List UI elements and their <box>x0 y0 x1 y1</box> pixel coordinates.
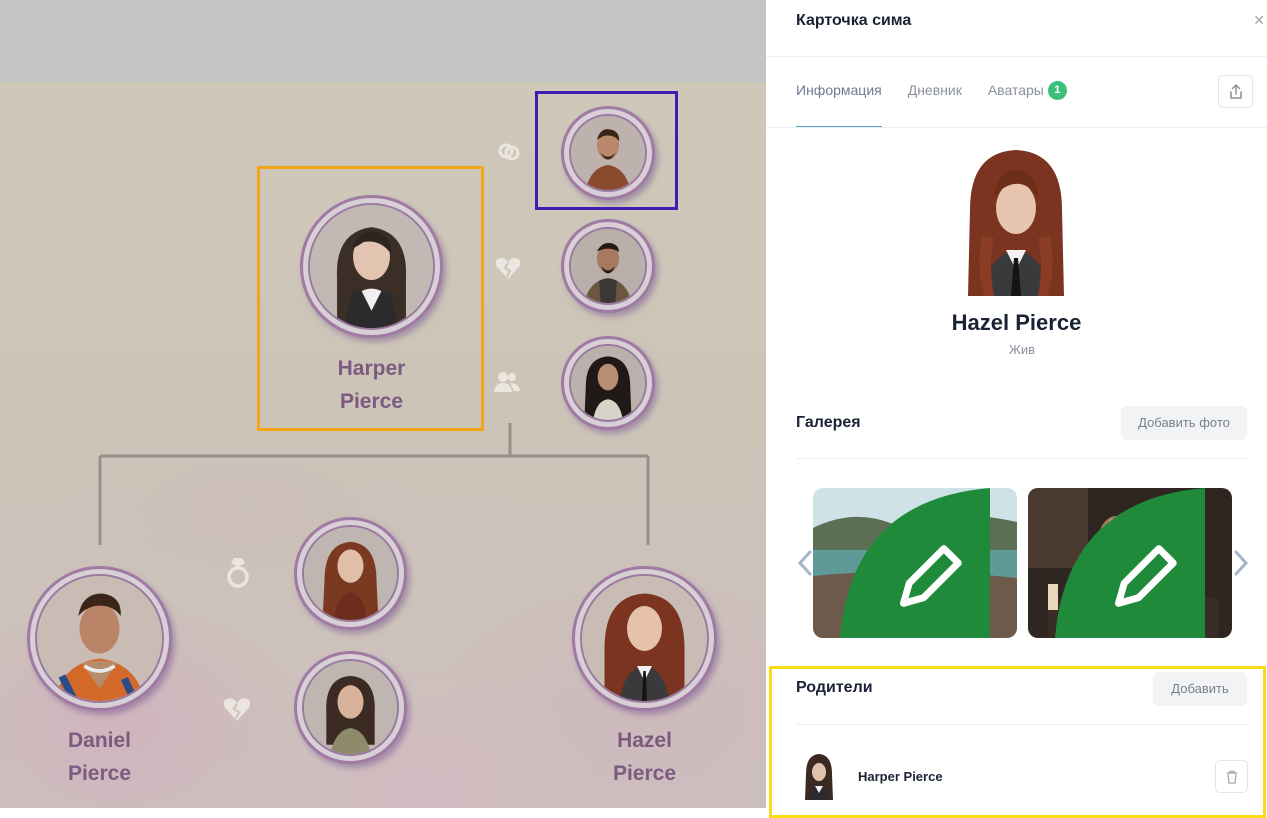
tree-node-daniel-partner-1-avatar[interactable] <box>294 517 407 630</box>
tree-node-daniel-avatar[interactable] <box>27 566 172 711</box>
broken-heart-icon <box>223 698 251 721</box>
rings-icon <box>498 143 520 161</box>
share-icon <box>1229 83 1242 99</box>
add-photo-button[interactable]: Добавить фото <box>1121 406 1247 440</box>
divider <box>796 458 1248 459</box>
tree-node-partner-2-avatar[interactable] <box>561 219 655 313</box>
panel-title: Карточка сима <box>796 12 912 29</box>
divider <box>766 127 1267 128</box>
tab-diary[interactable]: Дневник <box>908 82 962 128</box>
profile-name: Hazel Pierce <box>951 310 1082 335</box>
tree-node-partner-3-avatar[interactable] <box>561 336 655 430</box>
divider <box>766 56 1267 57</box>
gallery-photo-2[interactable] <box>1028 488 1232 638</box>
share-button[interactable] <box>1218 75 1253 108</box>
edit-photo-button[interactable] <box>1028 488 1232 638</box>
selected-sim-highlight <box>257 166 484 431</box>
people-icon <box>494 372 520 392</box>
sim-card-panel: Карточка сима ✕ Информация Дневник Авата… <box>766 0 1267 818</box>
family-tree-canvas[interactable]: Harper Pierce Daniel Pierce Hazel Pierce <box>0 0 766 808</box>
chevron-left-icon[interactable] <box>796 548 814 578</box>
partner-highlight <box>535 91 678 210</box>
close-icon[interactable]: ✕ <box>1253 12 1265 29</box>
tree-node-daniel-partner-2-avatar[interactable] <box>294 651 407 764</box>
ring-icon <box>227 558 249 588</box>
tree-node-daniel-name[interactable]: Daniel Pierce <box>27 724 172 790</box>
parents-section-highlight <box>769 666 1266 818</box>
panel-tabs: Информация Дневник Аватары 1 <box>796 81 1067 128</box>
tab-avatars[interactable]: Аватары 1 <box>988 81 1067 128</box>
tree-node-hazel-avatar[interactable] <box>572 566 717 711</box>
chevron-right-icon[interactable] <box>1232 548 1250 578</box>
tab-information[interactable]: Информация <box>796 82 882 128</box>
gallery-title: Галерея <box>796 414 861 431</box>
profile-avatar <box>954 146 1078 298</box>
gallery-photo-1[interactable] <box>813 488 1017 638</box>
profile-status: Жив <box>1008 342 1036 357</box>
tree-node-hazel-name[interactable]: Hazel Pierce <box>572 724 717 790</box>
broken-heart-icon <box>495 258 521 279</box>
avatars-count-badge: 1 <box>1047 81 1067 100</box>
edit-photo-button[interactable] <box>813 488 1017 638</box>
app-window: Harper Pierce Daniel Pierce Hazel Pierce… <box>0 0 1267 818</box>
